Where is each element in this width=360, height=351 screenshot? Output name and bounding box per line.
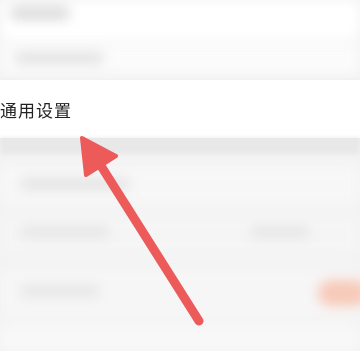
arrow-pointer-icon <box>80 136 204 326</box>
arrow-shaft <box>91 153 204 326</box>
settings-screen: 通用设置 <box>0 0 360 351</box>
